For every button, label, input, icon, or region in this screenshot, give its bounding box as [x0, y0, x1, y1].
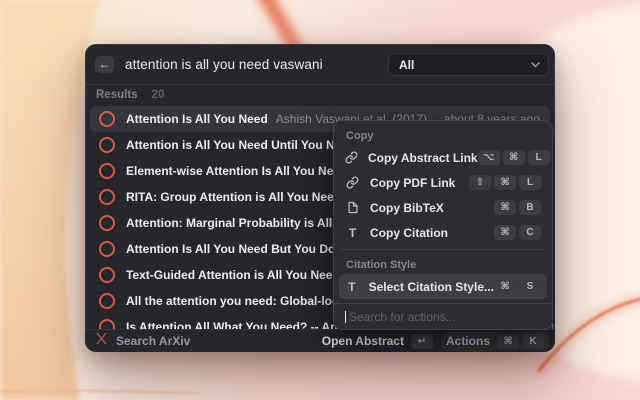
menu-divider	[340, 249, 546, 250]
results-label: Results	[96, 89, 138, 101]
actions-search-placeholder: Search for actions...	[349, 310, 456, 324]
link-icon	[345, 151, 358, 164]
actions-popup: Copy Copy Abstract Link ⌥⌘L Copy PDF Lin…	[333, 120, 553, 330]
filter-dropdown-value: All	[399, 58, 414, 72]
key-badge: ⌘	[503, 150, 525, 165]
key-badge: ⌘	[494, 175, 516, 190]
status-bar: Search ArXiv Open Abstract ↵ Actions ⌘K	[85, 329, 555, 352]
menu-item[interactable]: T Copy Citation ⌘C	[339, 220, 547, 245]
actions-search[interactable]: Search for actions...	[333, 303, 553, 330]
arxiv-ring-icon	[99, 215, 115, 231]
key-badge: L	[519, 175, 541, 190]
actions-menu: Copy Copy Abstract Link ⌥⌘L Copy PDF Lin…	[333, 120, 553, 303]
shortcut-keys: ⌘C	[494, 225, 541, 240]
search-bar: ← attention is all you need vaswani All	[85, 44, 555, 85]
actions-keys: ⌘K	[497, 334, 544, 349]
open-abstract-keys: ↵	[411, 334, 433, 349]
arxiv-logo-icon	[95, 332, 108, 350]
arxiv-ring-icon	[99, 137, 115, 153]
text-caret	[345, 311, 346, 323]
key-badge: ⌥	[478, 150, 500, 165]
back-arrow-icon: ←	[99, 57, 111, 71]
actions-button[interactable]: Actions ⌘K	[441, 332, 549, 351]
filter-dropdown[interactable]: All	[388, 53, 549, 76]
menu-item[interactable]: Copy Abstract Link ⌥⌘L	[339, 145, 547, 170]
results-header: Results 20	[85, 84, 555, 106]
menu-item[interactable]: Copy BibTeX ⌘B	[339, 195, 547, 220]
text-icon: T	[345, 280, 359, 294]
arxiv-ring-icon	[99, 241, 115, 257]
chevron-down-icon	[531, 62, 540, 68]
back-button[interactable]: ←	[95, 56, 114, 73]
key-badge: ↵	[411, 334, 433, 349]
menu-item[interactable]: T Select Citation Style... ⌘S	[339, 274, 547, 299]
menu-item[interactable]: Copy PDF Link ⇧⌘L	[339, 170, 547, 195]
key-badge: S	[519, 279, 541, 294]
key-badge: C	[519, 225, 541, 240]
results-count: 20	[152, 89, 165, 101]
text-icon: T	[345, 226, 360, 240]
menu-section-header: Copy	[339, 125, 547, 145]
app-chip: Search ArXiv	[95, 332, 190, 350]
key-badge: ⇧	[469, 175, 491, 190]
open-abstract-button[interactable]: Open Abstract ↵	[322, 334, 433, 349]
key-badge: ⌘	[494, 200, 516, 215]
result-title: Element-wise Attention Is All You Need	[126, 164, 347, 178]
open-abstract-label: Open Abstract	[322, 334, 404, 348]
arxiv-ring-icon	[99, 189, 115, 205]
menu-section-header: Citation Style	[339, 254, 547, 274]
file-icon	[345, 201, 360, 214]
result-title: Attention Is All You Need	[126, 112, 268, 126]
actions-label: Actions	[446, 334, 490, 348]
shortcut-keys: ⌥⌘L	[478, 150, 550, 165]
key-badge: B	[519, 200, 541, 215]
launcher-window: ← attention is all you need vaswani All …	[85, 44, 555, 352]
shortcut-keys: ⇧⌘L	[469, 175, 541, 190]
desktop: ← attention is all you need vaswani All …	[0, 0, 640, 400]
key-badge: ⌘	[494, 279, 516, 294]
key-badge: ⌘	[497, 334, 519, 349]
arxiv-ring-icon	[99, 267, 115, 283]
arxiv-ring-icon	[99, 163, 115, 179]
key-badge: L	[528, 150, 550, 165]
key-badge: ⌘	[494, 225, 516, 240]
link-icon	[345, 176, 360, 189]
shortcut-keys: ⌘S	[494, 279, 541, 294]
shortcut-keys: ⌘B	[494, 200, 541, 215]
arxiv-ring-icon	[99, 293, 115, 309]
key-badge: K	[522, 334, 544, 349]
app-label: Search ArXiv	[116, 334, 190, 348]
arxiv-ring-icon	[99, 111, 115, 127]
